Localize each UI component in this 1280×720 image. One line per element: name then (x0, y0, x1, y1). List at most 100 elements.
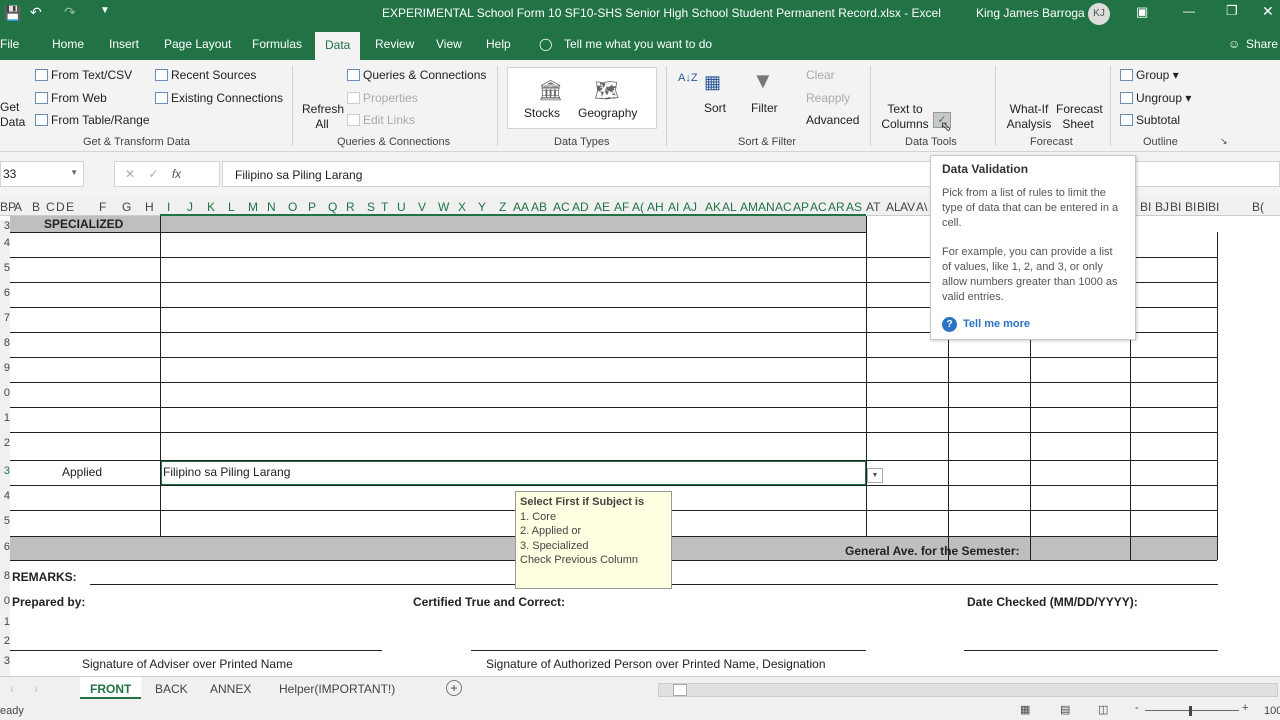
column-header[interactable]: AN (758, 200, 775, 214)
column-header[interactable]: R (346, 200, 355, 214)
column-header[interactable]: BP (0, 200, 16, 214)
column-header[interactable]: F (99, 200, 106, 214)
ribbon-display-icon[interactable]: ▣ (1136, 4, 1148, 20)
from-text-csv-button[interactable]: From Text/CSV (35, 68, 132, 82)
column-header[interactable]: BJ (1155, 200, 1169, 214)
row-header[interactable]: 3 (0, 220, 10, 237)
sheet-tab-annex[interactable]: ANNEX (210, 682, 251, 696)
scroll-tabs-left-icon[interactable]: ‹ (10, 682, 14, 696)
geography-button[interactable]: Geography (578, 106, 637, 120)
sheet-tab-helper[interactable]: Helper(IMPORTANT!) (279, 682, 395, 696)
row-header[interactable]: 2 (0, 635, 10, 655)
column-header[interactable]: S (367, 200, 375, 214)
column-header[interactable]: AL (886, 200, 901, 214)
avatar[interactable]: KJ (1088, 3, 1110, 25)
row-header[interactable]: 5 (0, 262, 10, 287)
tell-me-search[interactable]: Tell me what you want to do (564, 37, 712, 51)
from-web-button[interactable]: From Web (35, 91, 107, 105)
save-icon[interactable]: 💾 (4, 5, 21, 22)
text-to-columns-button[interactable]: Text to Columns (880, 102, 930, 132)
column-header[interactable]: M (248, 200, 258, 214)
recent-sources-button[interactable]: Recent Sources (155, 68, 256, 82)
sheet-tab-back[interactable]: BACK (155, 682, 188, 696)
row-header[interactable]: 5 (0, 515, 10, 541)
column-header[interactable]: W (438, 200, 449, 214)
column-header[interactable]: AC (553, 200, 570, 214)
column-header[interactable]: AD (572, 200, 589, 214)
from-table-range-button[interactable]: From Table/Range (35, 113, 150, 127)
column-header[interactable]: A( (632, 200, 644, 214)
undo-icon[interactable]: ↶ (30, 4, 42, 21)
refresh-all-button[interactable]: Refresh All (302, 102, 344, 132)
column-header[interactable]: B( (1252, 200, 1264, 214)
column-header[interactable]: BI (1140, 200, 1151, 214)
subject-cell[interactable]: Filipino sa Piling Larang (163, 465, 290, 479)
normal-view-icon[interactable]: ▦ (1020, 703, 1030, 716)
column-header[interactable]: AB (531, 200, 547, 214)
row-header[interactable]: 4 (0, 237, 10, 262)
row-header[interactable]: 8 (0, 337, 10, 362)
group-button[interactable]: Group ▾ (1120, 68, 1179, 82)
column-header[interactable]: AI (668, 200, 679, 214)
enter-icon[interactable]: ✓ (148, 167, 158, 181)
column-header[interactable]: BI (1208, 200, 1219, 214)
row-header[interactable]: 6 (0, 287, 10, 312)
column-header[interactable]: AT (866, 200, 880, 214)
row-header[interactable]: 3 (0, 465, 10, 490)
tab-review[interactable]: Review (375, 37, 414, 51)
column-header[interactable]: AE (594, 200, 610, 214)
queries-connections-button[interactable]: Queries & Connections (347, 68, 486, 82)
column-header[interactable]: J (187, 200, 193, 214)
stocks-button[interactable]: Stocks (524, 106, 560, 120)
column-header[interactable]: D (56, 200, 65, 214)
column-header[interactable]: A\ (916, 200, 927, 214)
row-header[interactable]: 6 (0, 541, 10, 570)
column-header[interactable]: C (46, 200, 55, 214)
column-header[interactable]: K (207, 200, 215, 214)
column-header[interactable]: G (122, 200, 131, 214)
column-header[interactable]: AR (828, 200, 845, 214)
row-header[interactable]: 8 (0, 570, 10, 595)
column-header[interactable]: AM (740, 200, 758, 214)
name-box[interactable]: 33 ▼ (0, 161, 84, 187)
insert-function-icon[interactable]: fx (172, 167, 181, 181)
subtotal-button[interactable]: Subtotal (1120, 113, 1180, 127)
column-header[interactable]: I (167, 200, 170, 214)
tab-help[interactable]: Help (486, 37, 511, 51)
horizontal-scrollbar[interactable] (658, 683, 1278, 697)
row-header[interactable]: 7 (0, 312, 10, 337)
column-header[interactable]: N (267, 200, 276, 214)
what-if-analysis-button[interactable]: What-If Analysis (1005, 102, 1053, 132)
column-header[interactable]: AC (810, 200, 827, 214)
dropdown-arrow-icon[interactable]: ▼ (867, 468, 883, 483)
clear-button[interactable]: Clear (806, 68, 835, 82)
sort-az-icon[interactable]: A↓Z (678, 72, 698, 84)
column-header[interactable]: P (308, 200, 316, 214)
row-header[interactable]: 0 (0, 595, 10, 616)
page-layout-view-icon[interactable]: ▤ (1060, 703, 1070, 716)
column-header[interactable]: AJ (683, 200, 697, 214)
tab-view[interactable]: View (436, 37, 462, 51)
sheet-tab-front[interactable]: FRONT (80, 677, 142, 699)
get-data-button[interactable]: Get Data (0, 100, 25, 130)
column-header[interactable]: AA (513, 200, 529, 214)
tab-home[interactable]: Home (52, 37, 84, 51)
cancel-icon[interactable]: ✕ (125, 167, 135, 181)
ungroup-button[interactable]: Ungroup ▾ (1120, 91, 1191, 105)
column-header[interactable]: Q (328, 200, 337, 214)
page-break-view-icon[interactable]: ◫ (1098, 703, 1108, 716)
add-sheet-icon[interactable]: + (446, 680, 462, 696)
forecast-sheet-button[interactable]: Forecast Sheet (1056, 102, 1103, 132)
row-header[interactable]: 1 (0, 616, 10, 635)
row-header[interactable]: 0 (0, 387, 10, 412)
tab-insert[interactable]: Insert (109, 37, 139, 51)
column-header[interactable]: B (32, 200, 40, 214)
column-header[interactable]: AC (775, 200, 792, 214)
customize-qat-icon[interactable]: ▼ (100, 5, 110, 16)
minimize-icon[interactable]: — (1183, 4, 1195, 18)
redo-icon[interactable]: ↷ (64, 4, 76, 21)
row-header[interactable]: 2 (0, 437, 10, 465)
filter-button[interactable]: Filter (751, 101, 778, 115)
column-header[interactable]: H (145, 200, 154, 214)
dialog-launcher-icon[interactable]: ↘ (1220, 136, 1228, 147)
